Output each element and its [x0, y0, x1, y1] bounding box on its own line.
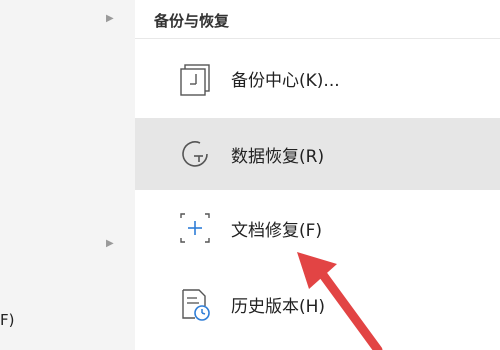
document-repair-icon: [177, 210, 213, 246]
submenu-chevron-icon: ▶: [106, 13, 114, 24]
history-version-icon: [177, 286, 213, 322]
menu-item-label: 备份中心(K)...: [231, 71, 340, 91]
header-divider: [135, 38, 500, 39]
submenu-chevron-icon: ▶: [106, 238, 114, 249]
menu-item-data-recovery[interactable]: 数据恢复(R): [135, 118, 500, 190]
data-recovery-icon: [177, 136, 213, 172]
backup-center-icon: [177, 60, 213, 96]
menu-item-document-repair[interactable]: 文档修复(F): [135, 192, 500, 264]
menu-item-history-version[interactable]: 历史版本(H): [135, 268, 500, 340]
menu-item-label: 数据恢复(R): [231, 147, 325, 167]
section-header: 备份与恢复: [154, 12, 230, 30]
menu-item-label: 历史版本(H): [231, 297, 326, 317]
menu-item-label: 文档修复(F): [231, 221, 323, 241]
parent-menu-item-label[interactable]: F): [0, 311, 14, 329]
parent-menu-panel: ▶ ▶ F): [0, 0, 135, 350]
menu-item-backup-center[interactable]: 备份中心(K)...: [135, 42, 500, 114]
